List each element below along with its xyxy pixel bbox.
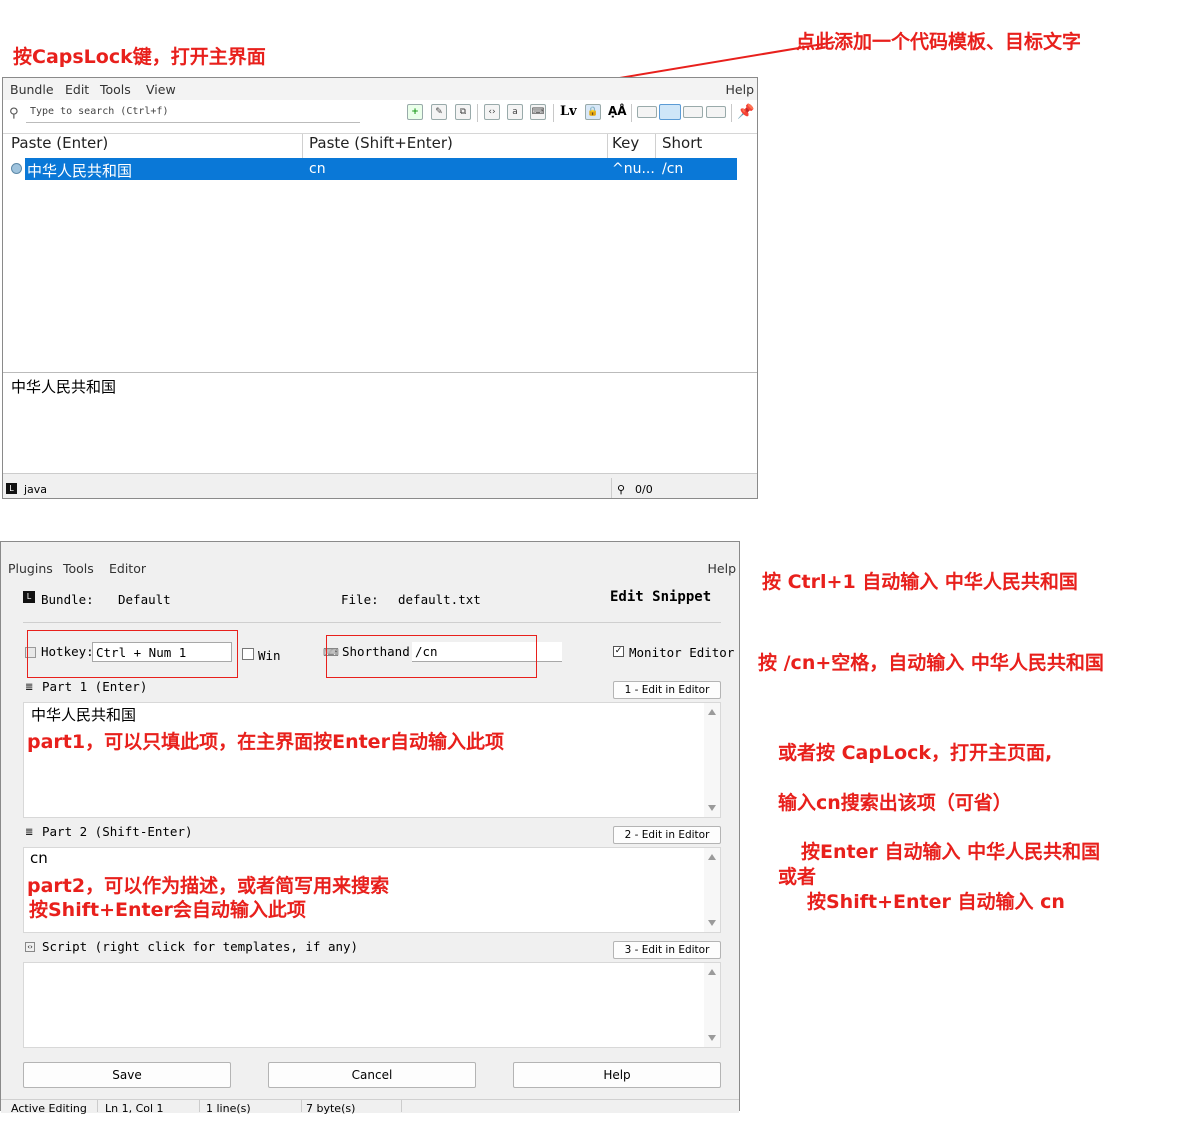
file-value: default.txt [398,592,481,607]
shorthand-highlight [326,635,537,678]
menu-help[interactable]: Help [726,82,755,97]
status-search-icon: ⚲ [617,483,626,496]
part2-editor[interactable]: cn part2，可以作为描述，或者简写用来搜索 按Shift+Enter会自动… [23,847,721,933]
save-button[interactable]: Save [23,1062,231,1088]
copy-snippet-icon[interactable]: ⧉ [455,104,471,120]
annotation-or-caplock: 或者按 CapLock，打开主页面, [778,742,1053,764]
status-lines: 1 line(s) [206,1102,251,1115]
snippet-row-icon [11,163,22,174]
row-key: ^nu... [612,161,655,177]
script-scrollbar[interactable] [704,963,720,1047]
menu-view[interactable]: View [146,82,176,97]
status-bytes: 7 byte(s) [306,1102,356,1115]
part2-label: Part 2 (Shift-Enter) [42,824,193,839]
annotation-hotkey: 按 Ctrl+1 自动输入 中华人民共和国 [762,571,1078,593]
search-input[interactable]: Type to search (Ctrl+f) [26,104,360,123]
annotation-shift-enter: 按Shift+Enter 自动输入 cn [807,891,1065,913]
bundle-value: Default [118,592,171,607]
status-editing: Active Editing [11,1102,87,1115]
code-icon[interactable]: ‹› [484,104,500,120]
script-editor[interactable] [23,962,721,1048]
status-position: Ln 1, Col 1 [105,1102,164,1115]
part2-scrollbar[interactable] [704,848,720,932]
annotation-search: 输入cn搜索出该项（可省） [778,792,1012,814]
row-paste: 中华人民共和国 [27,162,133,180]
menu-help-2[interactable]: Help [708,561,737,576]
bundle-icon: L [6,483,17,494]
row-paste-shift: cn [309,161,326,177]
help-button[interactable]: Help [513,1062,721,1088]
part1-icon: ≣ [25,682,34,693]
filter-paste-icon[interactable] [637,106,657,118]
add-snippet-icon[interactable]: + [407,104,423,120]
part1-label: Part 1 (Enter) [42,679,148,694]
part1-edit-button[interactable]: 1 - Edit in Editor [613,681,721,699]
filter-all-icon[interactable] [706,106,726,118]
text-icon[interactable]: a [507,104,523,120]
monitor-checkbox[interactable]: ✓ [613,646,624,657]
menu-tools-2[interactable]: Tools [63,561,94,576]
status-bundle: java [24,483,48,496]
menu-plugins[interactable]: Plugins [8,561,53,576]
cancel-button[interactable]: Cancel [268,1062,476,1088]
lv-icon[interactable]: Lv [560,104,577,119]
part2-icon: ≣ [25,827,34,838]
column-paste-enter[interactable]: Paste (Enter) [11,134,108,158]
menu-tools[interactable]: Tools [100,82,131,97]
part1-editor[interactable]: 中华人民共和国 part1，可以只填此项，在主界面按Enter自动输入此项 [23,702,721,818]
search-icon: ⚲ [9,106,19,121]
lock-icon[interactable]: 🔒 [585,104,601,120]
editor-menubar: Plugins Tools Editor Help [1,542,739,576]
status-count: 0/0 [635,483,653,496]
win-label: Win [258,648,281,663]
part2-edit-button[interactable]: 2 - Edit in Editor [613,826,721,844]
bundle-label: Bundle: [41,592,94,607]
filter-key-icon[interactable] [659,104,681,120]
part1-scrollbar[interactable] [704,703,720,817]
editor-window: Plugins Tools Editor Help L Bundle: Defa… [0,541,740,1115]
annotation-part2-line2: 按Shift+Enter会自动输入此项 [29,899,306,921]
annotation-shorthand: 按 /cn+空格，自动输入 中华人民共和国 [758,652,1104,674]
annotation-part2-line1: part2，可以作为描述，或者简写用来搜索 [27,875,390,897]
part1-text: 中华人民共和国 [31,706,137,724]
monitor-label: Monitor Editor [629,645,735,660]
script-label: Script (right click for templates, if an… [42,939,359,954]
annotation-enter: 按Enter 自动输入 中华人民共和国 [801,841,1101,863]
editor-title: Edit Snippet [610,589,712,605]
bundle-badge-icon: L [23,591,35,603]
menu-bundle[interactable]: Bundle [10,82,54,97]
script-edit-button[interactable]: 3 - Edit in Editor [613,941,721,959]
snippet-preview: 中华人民共和国 [11,378,117,396]
font-size-icon[interactable]: ẠÅ [608,104,627,118]
script-icon: ‹› [25,942,35,952]
file-label: File: [341,592,379,607]
filter-short-icon[interactable] [683,106,703,118]
keyboard-icon[interactable]: ⌨ [530,104,546,120]
menu-editor[interactable]: Editor [109,561,146,576]
main-menubar: Bundle Edit Tools View Help [3,78,757,100]
column-key[interactable]: Key [612,134,639,158]
pin-icon[interactable]: 📌 [737,104,754,120]
menu-edit[interactable]: Edit [65,82,89,97]
annotation-part1: part1，可以只填此项，在主界面按Enter自动输入此项 [27,731,504,753]
part2-text: cn [30,849,48,867]
hotkey-highlight [27,630,238,678]
edit-snippet-icon[interactable]: ✎ [431,104,447,120]
win-checkbox[interactable] [242,648,254,660]
column-short[interactable]: Short [662,134,702,158]
annotation-or: 或者 [778,866,817,888]
main-window: Bundle Edit Tools View Help ⚲ Type to se… [2,77,758,499]
column-paste-shift-enter[interactable]: Paste (Shift+Enter) [309,134,453,158]
row-short: /cn [662,161,684,177]
